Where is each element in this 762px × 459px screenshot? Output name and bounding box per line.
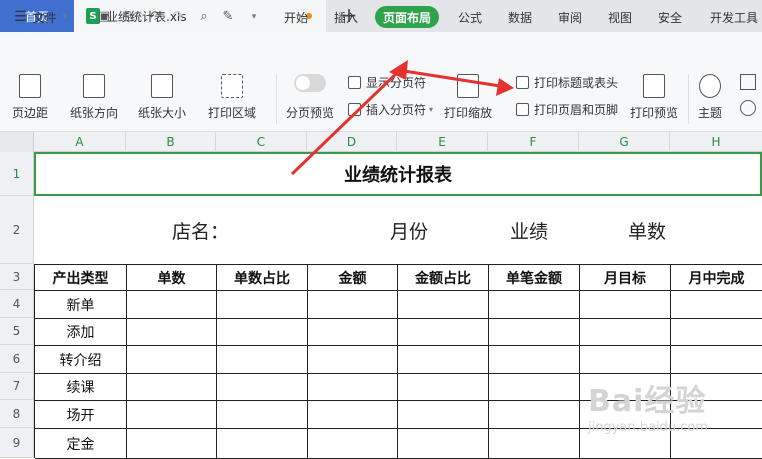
arrow-to-page-layout bbox=[290, 60, 408, 176]
watermark-url: jingyan.baidu.com bbox=[588, 420, 708, 435]
baidu-watermark: Bai经验 jingyan.baidu.com bbox=[588, 376, 758, 454]
watermark-brand: Bai经验 bbox=[588, 384, 707, 419]
arrow-to-print-titles bbox=[403, 69, 514, 96]
